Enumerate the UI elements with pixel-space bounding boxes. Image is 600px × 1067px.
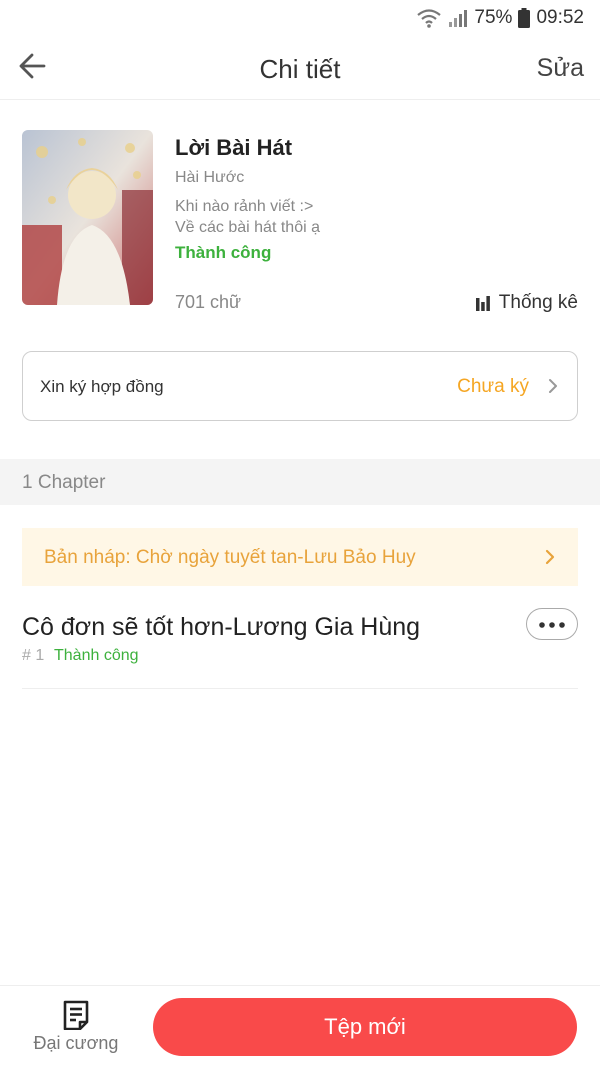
chapter-list-item[interactable]: Cô đơn sẽ tốt hơn-Lương Gia Hùng # 1 Thà… <box>22 605 578 689</box>
contract-label: Xin ký hợp đồng <box>40 377 164 396</box>
contract-status: Chưa ký <box>457 376 529 397</box>
signal-icon <box>448 8 468 28</box>
edit-button[interactable]: Sửa <box>537 54 584 83</box>
stats-button[interactable]: Thống kê <box>475 292 578 314</box>
draft-row[interactable]: Bản nháp: Chờ ngày tuyết tan-Lưu Bảo Huy <box>22 528 578 586</box>
battery-percent: 75% <box>474 7 513 28</box>
page-title: Chi tiết <box>259 54 341 84</box>
outline-label: Đại cương <box>33 1033 119 1053</box>
new-file-button[interactable]: Tệp mới <box>153 998 577 1056</box>
book-cover-image[interactable] <box>22 130 153 305</box>
bottom-bar: Đại cương Tệp mới <box>0 985 600 1067</box>
book-status: Thành công <box>175 243 272 262</box>
book-description-line: Khi nào rảnh viết :> <box>175 198 314 215</box>
ellipsis-icon <box>539 615 565 633</box>
document-icon <box>26 1000 126 1030</box>
app-header: Chi tiết Sửa <box>0 36 600 100</box>
contract-row[interactable]: Xin ký hợp đồng Chưa ký <box>22 351 578 421</box>
book-info: Lời Bài Hát Hài Hước Khi nào rảnh viết :… <box>22 130 578 313</box>
chapter-section-header: 1 Chapter <box>0 459 600 505</box>
battery-icon <box>518 8 531 28</box>
chapter-number: # 1 <box>22 647 45 664</box>
book-description: Khi nào rảnh viết :> Về các bài hát thôi… <box>175 196 320 238</box>
book-genre: Hài Hước <box>175 169 245 186</box>
chevron-right-icon <box>544 547 556 572</box>
chapter-title: Cô đơn sẽ tốt hơn-Lương Gia Hùng <box>22 613 421 641</box>
word-count: 701 chữ <box>175 292 242 312</box>
book-title: Lời Bài Hát <box>175 135 293 160</box>
book-description-line: Về các bài hát thôi ạ <box>175 219 320 236</box>
bar-chart-icon <box>475 295 491 311</box>
draft-label: Bản nháp: Chờ ngày tuyết tan-Lưu Bảo Huy <box>44 547 416 568</box>
chevron-right-icon <box>547 376 559 401</box>
outline-button[interactable]: Đại cương <box>26 1000 126 1060</box>
wifi-icon <box>416 8 442 28</box>
stats-label: Thống kê <box>498 292 578 313</box>
clock: 09:52 <box>536 7 584 28</box>
chapter-count: 1 Chapter <box>22 472 106 493</box>
more-options-button[interactable] <box>526 608 578 640</box>
chapter-status: Thành công <box>54 647 139 664</box>
status-bar: 75% 09:52 <box>0 0 600 36</box>
